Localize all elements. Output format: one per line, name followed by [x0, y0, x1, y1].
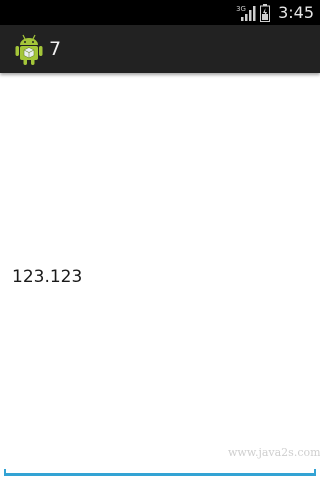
- android-icon[interactable]: [14, 34, 44, 66]
- app-title: 7: [49, 38, 62, 60]
- number-text: 123.123: [12, 267, 83, 287]
- status-bar: 3G 3:45: [0, 0, 320, 25]
- action-bar: 7: [0, 25, 320, 73]
- status-icons: 3G 3:45: [236, 0, 314, 25]
- network-type-label: 3G: [236, 5, 246, 13]
- signal-icon: 3G: [236, 3, 256, 22]
- watermark: www.java2s.com: [228, 446, 320, 459]
- screen: 3G 3:45 7 123.123 www.java2s.com: [0, 0, 320, 480]
- clock: 3:45: [278, 3, 314, 22]
- battery-icon: [260, 3, 271, 22]
- edit-text-underline[interactable]: [4, 469, 316, 476]
